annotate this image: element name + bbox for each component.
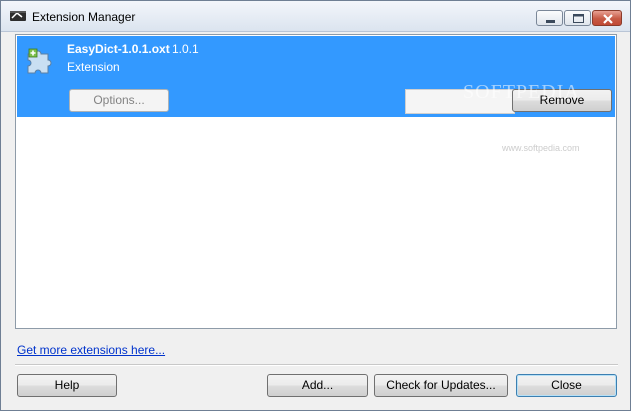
- extension-list[interactable]: EasyDict-1.0.1.oxt 1.0.1 Extension Optio…: [15, 34, 617, 329]
- options-button[interactable]: Options...: [69, 89, 169, 112]
- check-for-updates-button[interactable]: Check for Updates...: [374, 374, 508, 397]
- help-button[interactable]: Help: [17, 374, 117, 397]
- window-title: Extension Manager: [32, 10, 136, 24]
- watermark-subtext: www.softpedia.com: [502, 143, 580, 153]
- minimize-icon: [546, 20, 555, 23]
- divider: [15, 364, 618, 366]
- title-bar[interactable]: Extension Manager: [1, 1, 630, 32]
- puzzle-piece-icon: [27, 48, 52, 74]
- extension-manager-window: Extension Manager EasyDict-1.0.1.oxt 1.0…: [0, 0, 631, 411]
- maximize-icon: [573, 14, 584, 23]
- app-logo-icon: [10, 11, 26, 21]
- add-button[interactable]: Add...: [267, 374, 368, 397]
- close-button[interactable]: Close: [516, 374, 617, 397]
- extension-description: Extension: [67, 60, 120, 74]
- watermark: SOFTPEDIA: [463, 81, 580, 103]
- minimize-button[interactable]: [536, 10, 563, 26]
- maximize-button[interactable]: [564, 10, 591, 26]
- extension-list-item[interactable]: EasyDict-1.0.1.oxt 1.0.1 Extension Optio…: [17, 36, 615, 117]
- extension-name: EasyDict-1.0.1.oxt: [67, 42, 170, 56]
- close-icon: [603, 14, 613, 24]
- close-window-button[interactable]: [592, 10, 622, 26]
- extension-version: 1.0.1: [172, 42, 199, 56]
- get-more-extensions-link[interactable]: Get more extensions here...: [17, 343, 165, 357]
